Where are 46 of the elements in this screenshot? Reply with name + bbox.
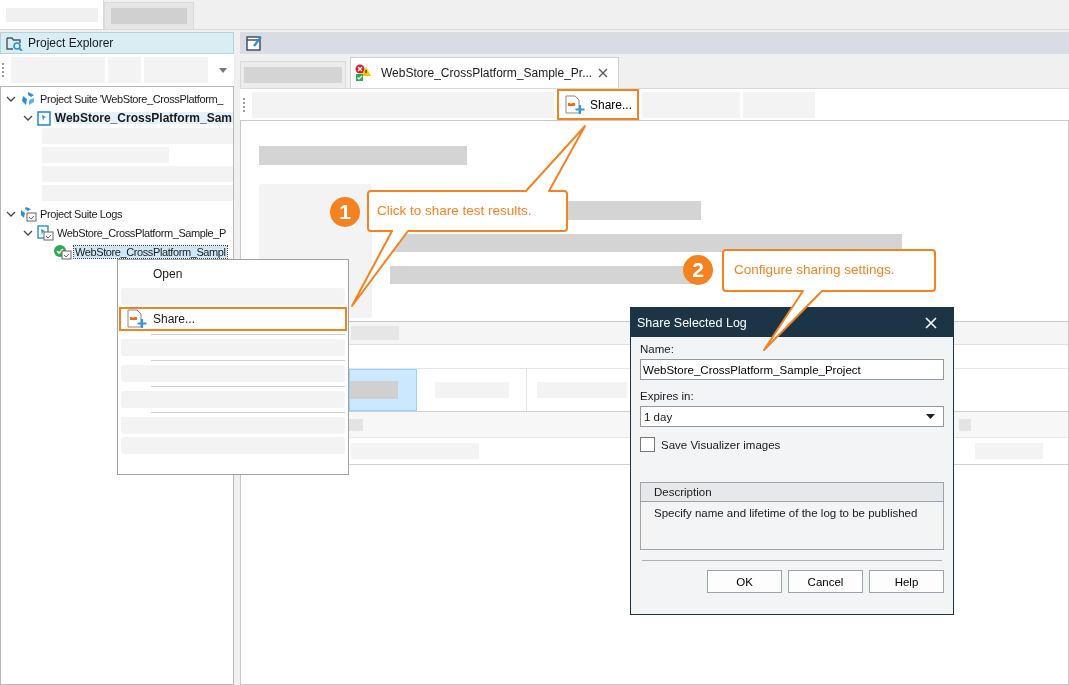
- description-header: Description: [641, 483, 943, 502]
- grip-handle[interactable]: [2, 63, 4, 77]
- placeholder-bar: [349, 418, 363, 431]
- document-tab[interactable]: [0, 0, 104, 29]
- checkbox[interactable]: [640, 437, 655, 452]
- description-text: Specify name and lifetime of the log to be published: [653, 506, 919, 521]
- panel-title: Project Explorer: [28, 36, 114, 50]
- share-button[interactable]: Share...: [557, 89, 640, 120]
- document-tab[interactable]: [104, 2, 194, 29]
- callout-text: Click to share test results.: [377, 203, 532, 218]
- log-icon: [54, 243, 72, 260]
- menu-item[interactable]: Open: [119, 262, 347, 286]
- logs-icon: [20, 205, 37, 222]
- report-tab[interactable]: [349, 369, 417, 411]
- dropdown-arrow-icon: [926, 414, 935, 419]
- tree-item[interactable]: Project Suite 'WebStore_CrossPlatform_: [39, 92, 224, 105]
- name-field[interactable]: WebStore_CrossPlatform_Sample_Project: [640, 359, 944, 380]
- project-icon: [36, 109, 52, 126]
- field-label: Name:: [640, 343, 675, 355]
- editor-tab[interactable]: WebStore_CrossPlatform_Sample_Pr...: [350, 57, 620, 88]
- dialog-button[interactable]: OK: [707, 570, 782, 593]
- tree-item[interactable]: WebStore_CrossPlatform_Sampl: [74, 245, 227, 258]
- tree-item[interactable]: WebStore_CrossPlatform_Sam: [53, 111, 233, 124]
- tree-item-placeholder[interactable]: [42, 185, 233, 201]
- edit-icon[interactable]: [246, 34, 263, 52]
- suite-icon: [20, 90, 37, 107]
- expires-dropdown[interactable]: 1 day: [640, 406, 944, 427]
- tree-item[interactable]: Project Suite Logs: [39, 207, 124, 220]
- field-label: Expires in:: [640, 390, 695, 402]
- grip-handle[interactable]: [243, 97, 245, 112]
- tree-item-placeholder[interactable]: [42, 128, 233, 144]
- editor-tab[interactable]: [240, 61, 346, 88]
- dialog-title: Share Selected Log: [637, 315, 747, 330]
- tree-item-placeholder[interactable]: [42, 166, 233, 182]
- callout-text: Configure sharing settings.: [734, 262, 895, 277]
- log-icon: [37, 224, 54, 241]
- folder-search-icon: [6, 35, 23, 51]
- dialog-button[interactable]: Cancel: [788, 570, 863, 593]
- menu-item[interactable]: Share...: [119, 307, 347, 331]
- tree-item[interactable]: WebStore_CrossPlatform_Sample_P: [56, 226, 227, 239]
- close-icon[interactable]: [598, 68, 609, 78]
- checkbox-label: Save Visualizer images: [661, 438, 781, 451]
- share-icon: [126, 309, 148, 329]
- share-icon: [564, 94, 586, 115]
- dialog-button[interactable]: Help: [869, 570, 944, 593]
- dropdown-arrow-icon[interactable]: [219, 67, 227, 73]
